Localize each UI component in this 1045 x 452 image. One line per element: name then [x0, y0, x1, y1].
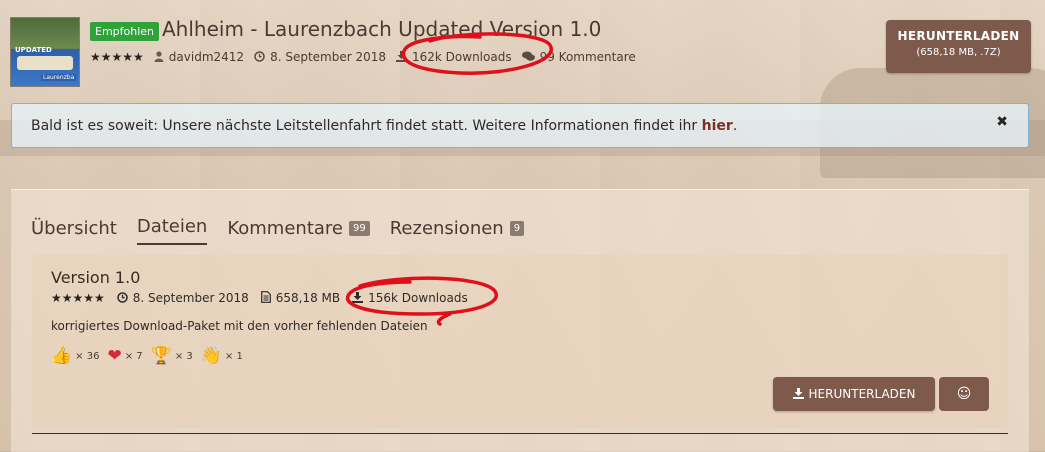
download-button-size: (658,18 MB, .7Z) [916, 47, 1001, 58]
tab-overview[interactable]: Übersicht [31, 218, 117, 245]
smiley-icon: ☺ [956, 386, 972, 402]
reaction-clap[interactable]: 👋 × 1 [201, 346, 243, 366]
featured-badge: Empfohlen [90, 22, 160, 41]
tab-files[interactable]: Dateien [136, 216, 208, 245]
download-button-version[interactable]: HERUNTERLADEN [773, 377, 935, 411]
comments-count-badge: 99 [348, 221, 370, 236]
comments-icon [521, 51, 535, 64]
version-date: 8. September 2018 [132, 291, 249, 305]
download-icon [396, 50, 408, 64]
download-button-header[interactable]: HERUNTERLADEN (658,18 MB, .7Z) [886, 20, 1031, 73]
tab-comments[interactable]: Kommentare 99 [227, 218, 370, 245]
author-item[interactable]: davidm2412 [154, 50, 244, 64]
close-icon[interactable]: ✖ [996, 114, 1008, 130]
reactions-row: 👍 × 36 ❤ × 7 🏆 × 3 👋 × 1 [51, 346, 243, 366]
download-button-label: HERUNTERLADEN [808, 387, 916, 401]
reaction-heart[interactable]: ❤ × 7 [107, 346, 142, 366]
reaction-trophy[interactable]: 🏆 × 3 [151, 346, 193, 366]
notice-text: Bald ist es soweit: Unsere nächste Leits… [31, 118, 702, 134]
notice-suffix: . [732, 118, 738, 134]
reaction-count: × 3 [174, 350, 193, 362]
reaction-count: × 1 [224, 350, 243, 362]
comments-item[interactable]: 99 Kommentare [521, 50, 636, 64]
reviews-count-badge: 9 [509, 221, 525, 236]
page-title: Ahlheim - Laurenzbach Updated Version 1.… [162, 17, 602, 41]
file-icon [260, 291, 271, 305]
tab-bar: Übersicht Dateien Kommentare 99 Rezensio… [31, 216, 525, 245]
author-name[interactable]: davidm2412 [169, 50, 244, 64]
downloads-item: 162k Downloads [396, 50, 512, 64]
tab-label: Kommentare [227, 218, 343, 239]
version-size: 658,18 MB [275, 291, 341, 305]
downloads-text: 162k Downloads [412, 50, 512, 64]
tab-reviews[interactable]: Rezensionen 9 [389, 218, 525, 245]
thumbnail-bus [17, 56, 73, 70]
download-icon [352, 291, 364, 305]
version-meta: ★★★★★ 8. September 2018 658,18 MB 156k D… [51, 291, 468, 305]
user-icon [154, 50, 164, 64]
comments-text[interactable]: 99 Kommentare [540, 50, 636, 64]
reaction-count: × 36 [75, 350, 100, 362]
reaction-thumbs-up[interactable]: 👍 × 36 [51, 346, 99, 366]
thumbs-up-icon: 👍 [51, 346, 73, 366]
reaction-count: × 7 [124, 350, 143, 362]
trophy-icon: 🏆 [150, 346, 172, 366]
react-button[interactable]: ☺ [939, 377, 989, 411]
date-item: 8. September 2018 [254, 50, 386, 64]
version-description: korrigiertes Download-Paket mit den vorh… [51, 319, 428, 333]
notice-text-row: Bald ist es soweit: Unsere nächste Leits… [31, 118, 737, 134]
clock-icon [254, 50, 265, 64]
thumbnail-text: UPDATED [15, 46, 52, 54]
download-button-label: HERUNTERLADEN [897, 29, 1020, 43]
version-downloads-item: 156k Downloads [352, 291, 468, 305]
file-meta: ★★★★★ davidm2412 8. September 2018 162k … [90, 50, 636, 64]
content-panel: Übersicht Dateien Kommentare 99 Rezensio… [11, 189, 1029, 452]
thumbnail-subtext: Laurenzba [41, 74, 77, 81]
version-rating-stars: ★★★★★ [51, 291, 105, 305]
file-thumbnail[interactable]: UPDATED Laurenzba [10, 17, 80, 87]
notice-link[interactable]: hier [702, 118, 733, 134]
download-icon [792, 387, 804, 401]
version-size-item: 658,18 MB [260, 291, 341, 305]
heart-icon: ❤ [107, 346, 122, 366]
divider [32, 433, 1008, 434]
version-date-item: 8. September 2018 [117, 291, 249, 305]
clock-icon [117, 291, 128, 305]
file-version-box: Version 1.0 ★★★★★ 8. September 2018 658,… [32, 255, 1008, 428]
tab-label: Dateien [136, 216, 208, 237]
date-text: 8. September 2018 [270, 50, 387, 64]
version-downloads: 156k Downloads [368, 291, 468, 305]
tab-label: Rezensionen [389, 218, 504, 239]
rating-stars: ★★★★★ [90, 50, 144, 64]
clapping-hand-icon: 👋 [200, 346, 222, 366]
info-notice: Bald ist es soweit: Unsere nächste Leits… [11, 103, 1029, 148]
tab-label: Übersicht [31, 218, 117, 239]
version-title[interactable]: Version 1.0 [51, 268, 140, 287]
